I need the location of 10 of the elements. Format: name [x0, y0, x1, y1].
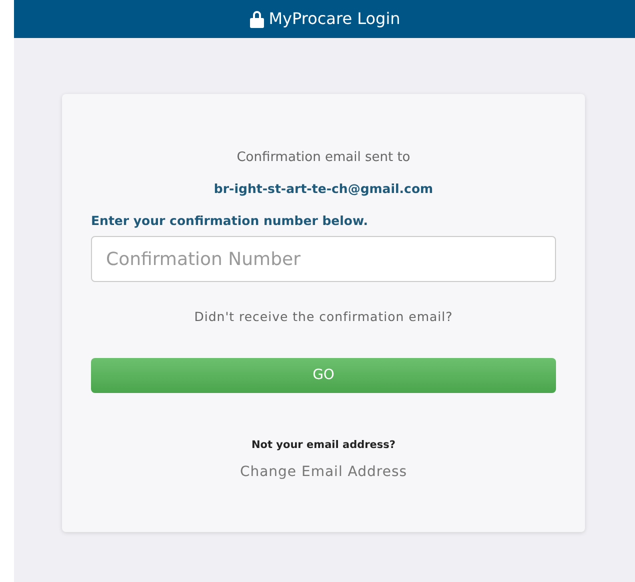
change-email-link[interactable]: Change Email Address	[240, 464, 408, 480]
not-your-email-label: Not your email address?	[251, 439, 396, 451]
header-title: MyProcare Login	[268, 8, 400, 30]
email-address: br-ight-st-art-te-ch@gmail.com	[214, 181, 434, 196]
instruction-label: Enter your confirmation number below.	[91, 213, 368, 228]
resend-link[interactable]: Didn't receive the confirmation email?	[194, 309, 453, 324]
go-button[interactable]: GO	[91, 358, 556, 393]
sent-label: Confirmation email sent to	[236, 150, 410, 165]
lock-icon	[248, 10, 265, 28]
confirmation-number-field[interactable]: Confirmation Number	[91, 236, 556, 282]
